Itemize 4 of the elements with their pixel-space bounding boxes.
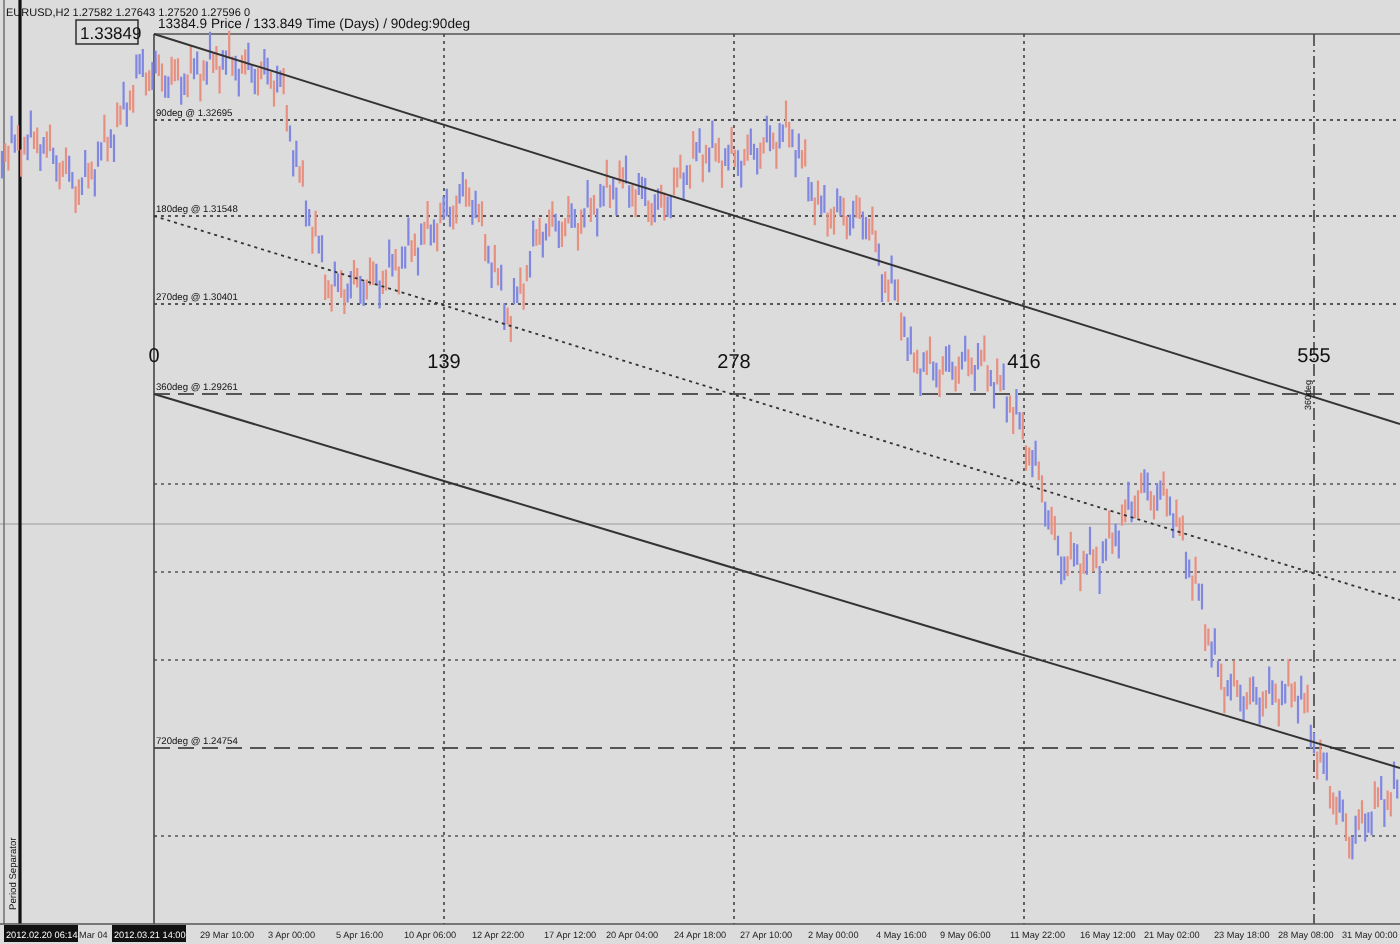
time-marker: 555 bbox=[1297, 346, 1331, 368]
time-marker: 139 bbox=[427, 352, 461, 374]
time-marker: 278 bbox=[717, 352, 751, 374]
time-marker: 416 bbox=[1007, 352, 1041, 374]
